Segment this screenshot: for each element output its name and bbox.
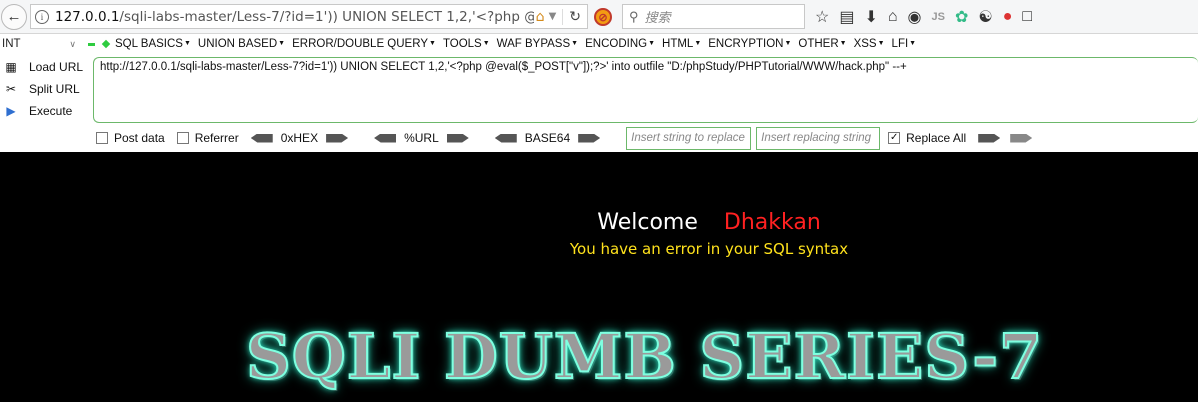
hackbar-url-textarea[interactable]: http://127.0.0.1/sqli-labs-master/Less-7… [93, 57, 1198, 123]
post-data-toggle[interactable]: Post data [96, 131, 165, 145]
series-banner: SQLI DUMB SERIES-7 [245, 319, 1044, 394]
scissors-icon: ✂ [5, 82, 17, 96]
extension-icon[interactable]: ● [1003, 8, 1013, 26]
arrow-right-icon[interactable] [1010, 133, 1033, 143]
replace-all-toggle[interactable]: ✓ Replace All [888, 131, 966, 145]
share-icon[interactable]: □ [1022, 8, 1032, 26]
user-name: Dhakkan [723, 210, 821, 235]
menu-union-based[interactable]: UNION BASED▼ [198, 38, 285, 50]
mode-value: INT [2, 38, 21, 50]
url-encoder: %URL [374, 131, 469, 145]
browser-toolbar: ← i 127.0.0.1/sqli-labs-master/Less-7/?i… [0, 0, 1198, 34]
diamond-icon[interactable] [101, 39, 111, 49]
menu-error-double-query[interactable]: ERROR/DOUBLE QUERY▼ [292, 38, 436, 50]
menu-waf-bypass[interactable]: WAF BYPASS▼ [497, 38, 578, 50]
arrow-right-icon[interactable] [978, 133, 1001, 143]
mode-select[interactable]: INT ∨ [0, 35, 80, 53]
load-icon: ▦ [5, 60, 17, 74]
split-url-button[interactable]: ✂ Split URL [0, 78, 90, 100]
js-icon[interactable]: JS [932, 11, 945, 23]
arrow-right-icon[interactable] [446, 133, 469, 143]
welcome-line: Welcome Dhakkan [0, 210, 1198, 235]
menu-other[interactable]: OTHER▼ [798, 38, 846, 50]
search-icon: ⚲ [629, 8, 639, 24]
url-host: 127.0.0.1 [55, 8, 120, 25]
url-text: http://127.0.0.1/sqli-labs-master/Less-7… [100, 61, 907, 73]
block-icon[interactable]: ⊘ [594, 8, 612, 26]
address-bar[interactable]: i 127.0.0.1/sqli-labs-master/Less-7/?id=… [30, 4, 588, 29]
colorpick-icon[interactable]: ✿ [955, 7, 968, 27]
info-icon[interactable]: i [35, 9, 49, 24]
base64-encoder: BASE64 [494, 131, 601, 145]
url-enc-label: %URL [404, 131, 439, 145]
execute-label: Execute [29, 104, 73, 118]
execute-button[interactable]: ▶ Execute [0, 100, 90, 122]
hackbar-menu: SQL BASICS▼ UNION BASED▼ ERROR/DOUBLE QU… [115, 38, 923, 50]
arrow-right-icon[interactable] [578, 133, 601, 143]
back-icon[interactable]: ← [1, 3, 27, 30]
chevron-down-icon: ∨ [69, 38, 76, 49]
menu-encryption[interactable]: ENCRYPTION▼ [708, 38, 791, 50]
referrer-toggle[interactable]: Referrer [176, 131, 239, 145]
arrow-left-icon[interactable] [374, 133, 397, 143]
reading-list-icon[interactable]: ▤ [839, 7, 854, 27]
hex-encoder: 0xHEX [250, 131, 349, 145]
menu-encoding[interactable]: ENCODING▼ [585, 38, 655, 50]
replace-to-input[interactable]: Insert replacing string [756, 126, 881, 150]
home-icon[interactable]: ⌂ [888, 8, 898, 26]
toolbar-icons: ☆ ▤ ⬇ ⌂ ◉ JS ✿ ☯ ● □ [815, 6, 1032, 28]
hackbar-options: Post data Referrer 0xHEX %URL BASE64 Ins… [96, 126, 1033, 150]
hackbar-menu-bar: INT ∨ SQL BASICS▼ UNION BASED▼ ERROR/DOU… [0, 34, 1198, 54]
hackbar-side: ▦ Load URL ✂ Split URL ▶ Execute [0, 56, 90, 122]
error-message: You have an error in your SQL syntax [569, 240, 849, 258]
replace-all-label: Replace All [906, 131, 967, 145]
play-icon: ▶ [6, 104, 16, 118]
menu-lfi[interactable]: LFI▼ [892, 38, 917, 50]
minus-icon[interactable] [88, 42, 95, 46]
post-data-checkbox[interactable] [96, 132, 108, 144]
menu-html[interactable]: HTML▼ [662, 38, 701, 50]
arrow-left-icon[interactable] [494, 133, 517, 143]
base64-label: BASE64 [524, 131, 571, 145]
arrow-right-icon[interactable] [326, 133, 349, 143]
search-input[interactable]: ⚲ 搜索 [622, 4, 805, 29]
load-url-label: Load URL [29, 60, 84, 74]
palette-icon[interactable]: ☯ [978, 7, 992, 27]
menu-tools[interactable]: TOOLS▼ [443, 38, 490, 50]
post-data-label: Post data [114, 131, 165, 145]
referrer-checkbox[interactable] [176, 132, 189, 144]
dropdown-icon[interactable]: ▼ [549, 11, 557, 22]
menu-xss[interactable]: XSS▼ [854, 38, 885, 50]
url-path: /sqli-labs-master/Less-7/?id=1')) UNION … [119, 8, 555, 25]
addon-icon[interactable]: ◉ [908, 7, 922, 27]
page-content: Welcome Dhakkan You have an error in your… [0, 152, 1198, 402]
split-url-label: Split URL [29, 82, 80, 96]
load-url-button[interactable]: ▦ Load URL [0, 56, 90, 78]
download-icon[interactable]: ⬇ [864, 7, 877, 27]
replace-all-checkbox[interactable]: ✓ [888, 132, 901, 144]
menu-sql-basics[interactable]: SQL BASICS▼ [115, 38, 191, 50]
home-icon[interactable]: ⌂ [536, 9, 545, 25]
replace-from-input[interactable]: Insert string to replace [626, 126, 752, 150]
search-placeholder: 搜索 [644, 10, 671, 25]
arrow-left-icon[interactable] [250, 133, 273, 143]
welcome-text: Welcome [597, 210, 698, 235]
reload-icon[interactable]: ↻ [562, 8, 587, 25]
referrer-label: Referrer [194, 131, 239, 145]
hex-label: 0xHEX [280, 131, 319, 145]
star-icon[interactable]: ☆ [815, 7, 829, 27]
